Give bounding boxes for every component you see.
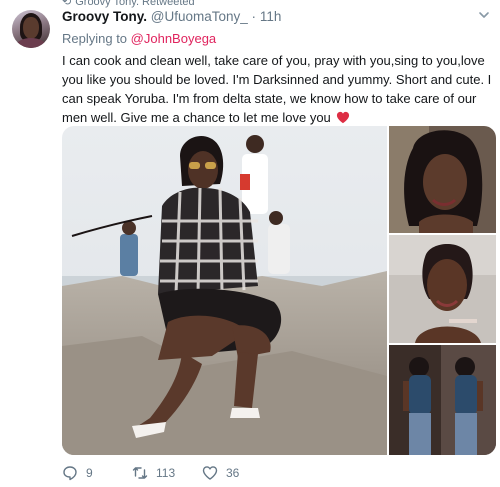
like-count: 36: [226, 466, 240, 480]
separator-dot: ·: [251, 9, 257, 24]
retweet-icon: [132, 467, 148, 479]
chevron-down-icon[interactable]: [477, 8, 491, 22]
tweet-body: I can cook and clean well, take care of …: [62, 53, 492, 125]
tweet-text: I can cook and clean well, take care of …: [62, 51, 492, 127]
display-name[interactable]: Groovy Tony.: [62, 9, 147, 24]
photo-main[interactable]: [62, 126, 387, 455]
timestamp[interactable]: 11h: [260, 9, 282, 24]
retweet-context: ⟲ Groovy Tony. Retweeted: [62, 0, 195, 8]
reply-mention-link[interactable]: @JohnBoyega: [131, 31, 216, 46]
photo-selfie-2[interactable]: [389, 235, 496, 343]
retweet-context-icon: ⟲: [62, 0, 72, 8]
photo-selfie-1[interactable]: [389, 126, 496, 233]
reply-count: 9: [86, 466, 93, 480]
retweet-button[interactable]: 113: [132, 465, 175, 481]
avatar[interactable]: [12, 10, 50, 48]
reply-button[interactable]: 9: [62, 465, 93, 481]
heart-emoji-icon: [337, 111, 350, 124]
photo-mirror[interactable]: [389, 345, 496, 455]
reply-icon: [63, 466, 77, 481]
like-button[interactable]: 36: [202, 465, 239, 481]
retweet-count: 113: [156, 466, 176, 480]
heart-icon: [202, 466, 218, 480]
media-grid: [62, 126, 496, 455]
replying-to: Replying to @JohnBoyega: [62, 31, 217, 46]
user-handle[interactable]: @UfuomaTony_: [151, 9, 248, 24]
tweet-header: Groovy Tony. @UfuomaTony_ · 11h: [62, 9, 281, 24]
